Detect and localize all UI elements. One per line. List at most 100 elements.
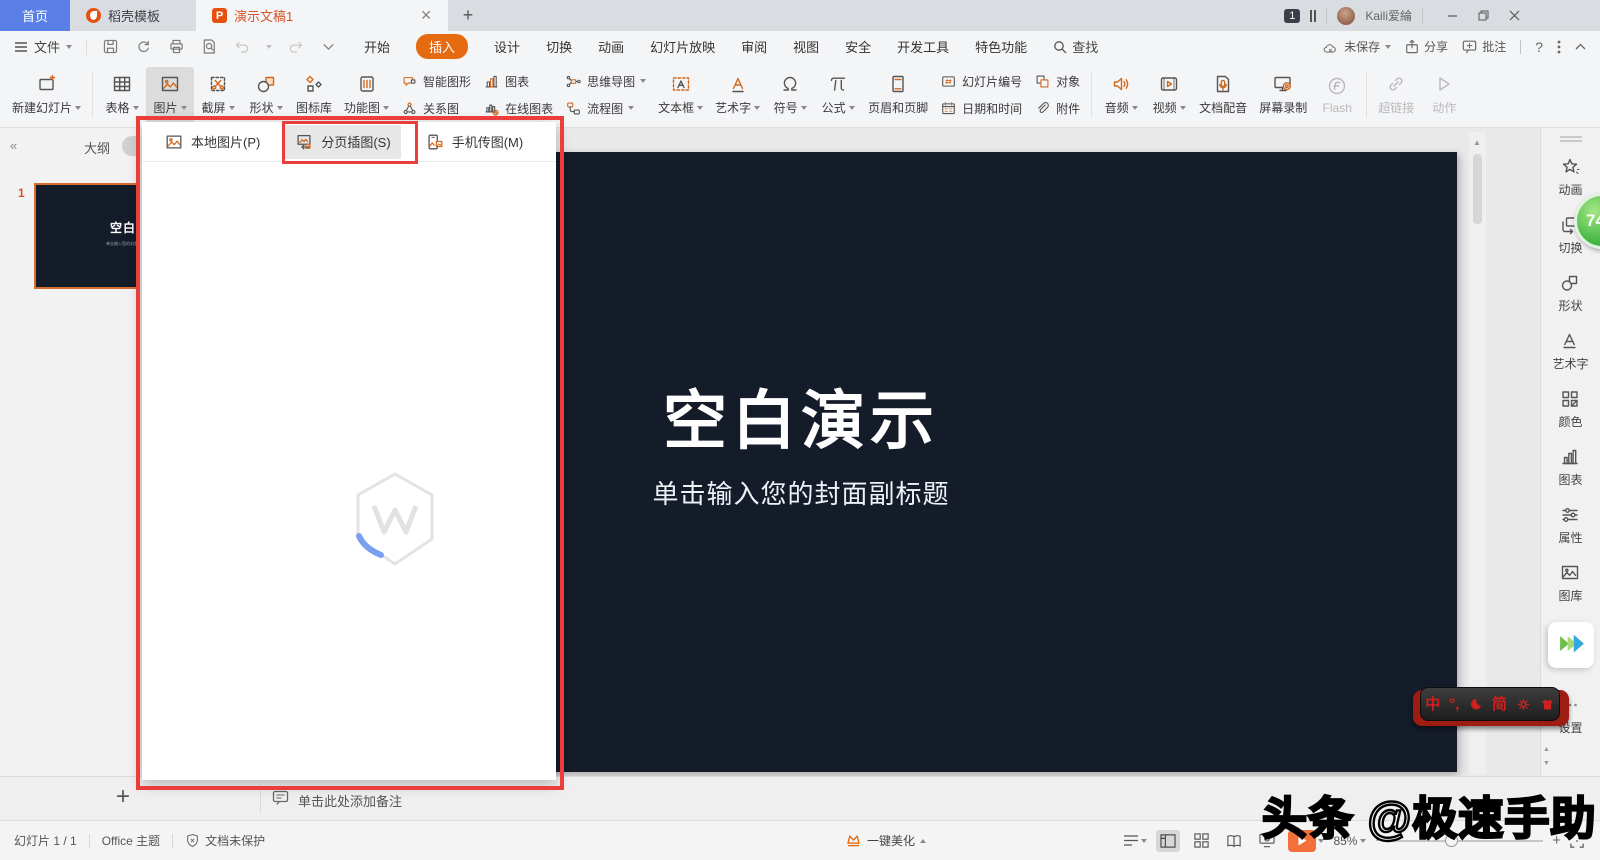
ribbon-button-hyperlink[interactable]: 超链接 <box>1372 67 1420 123</box>
sidebar-item-shape2[interactable]: 形状 <box>1558 272 1583 314</box>
slide-sorter-button[interactable] <box>1189 830 1213 852</box>
close-button[interactable] <box>1509 10 1520 21</box>
ime-key-简[interactable]: 简 <box>1492 697 1507 712</box>
sidebar-item-chart2[interactable]: 图表 <box>1558 446 1583 488</box>
ribbon-button-flash[interactable]: Flash <box>1313 67 1361 123</box>
ribbon-button-relation[interactable]: 关系图 <box>401 97 471 119</box>
user-name[interactable]: Kaili爱綸 <box>1365 7 1412 24</box>
search-button[interactable]: 查找 <box>1053 37 1098 56</box>
ribbon-button-table[interactable]: 表格 <box>98 67 146 123</box>
menu-item-phonepic[interactable]: 手机传图(M) <box>415 125 534 159</box>
ribbon-button-screenshot[interactable]: 截屏 <box>194 67 242 123</box>
notes-placeholder[interactable]: 单击此处添加备注 <box>298 791 402 810</box>
ribbon-button-headerfooter[interactable]: 页眉和页脚 <box>862 67 934 123</box>
ribbon-button-formula[interactable]: 公式 <box>814 67 862 123</box>
menu-tab-9[interactable]: 安全 <box>845 37 871 56</box>
ribbon-button-flowchart[interactable]: 流程图 <box>565 97 646 119</box>
collapse-ribbon-button[interactable] <box>1575 43 1586 50</box>
tab-docer[interactable]: 稻壳模板 <box>70 0 196 31</box>
ribbon-button-textbox[interactable]: 文本框 <box>652 67 709 123</box>
ribbon-button-shape[interactable]: 形状 <box>242 67 290 123</box>
file-menu-button[interactable]: 文件 <box>0 37 82 56</box>
ribbon-button-symbol[interactable]: 符号 <box>766 67 814 123</box>
ime-key-中[interactable]: 中 <box>1425 697 1440 712</box>
panel-view-toggle[interactable] <box>122 136 137 156</box>
ime-shirt-icon[interactable] <box>1540 697 1555 712</box>
print-preview-button[interactable] <box>200 37 219 56</box>
reading-view-button[interactable] <box>1222 830 1246 852</box>
undo-button[interactable] <box>233 37 252 56</box>
menu-tab-2[interactable]: 插入 <box>416 34 469 59</box>
ime-gear-icon[interactable] <box>1516 697 1531 712</box>
menu-item-pagedpic[interactable]: 分页插图(S) <box>284 124 401 159</box>
user-avatar[interactable] <box>1337 6 1356 25</box>
ribbon-button-object[interactable]: 对象 <box>1034 70 1080 92</box>
scroll-up-icon[interactable]: ▲ <box>1473 138 1481 147</box>
redo-button[interactable] <box>286 37 305 56</box>
menu-item-localpic[interactable]: 本地图片(P) <box>154 125 270 159</box>
menu-tab-1[interactable]: 开始 <box>364 37 390 56</box>
update-count-badge[interactable]: 1 <box>1284 8 1301 23</box>
theme-name[interactable]: Office 主题 <box>102 832 160 849</box>
normal-view-button[interactable] <box>1156 829 1181 852</box>
ime-moon-icon[interactable] <box>1468 697 1483 712</box>
beautify-button[interactable]: 一键美化 <box>845 821 927 860</box>
tab-outline[interactable]: 大纲 <box>84 138 110 157</box>
ribbon-button-chart[interactable]: 图表 <box>483 70 553 92</box>
ribbon-button-smartart[interactable]: 智能图形 <box>401 70 471 92</box>
share-button[interactable]: 分享 <box>1405 38 1448 55</box>
menu-tab-11[interactable]: 特色功能 <box>975 37 1027 56</box>
ribbon-button-audio[interactable]: 音频 <box>1097 67 1145 123</box>
sidebar-scroll-down-icon[interactable]: ▼ <box>1543 760 1550 767</box>
sidebar-scroll-up-icon[interactable]: ▲ <box>1543 746 1550 753</box>
export-button[interactable] <box>134 37 153 56</box>
ribbon-button-datetime[interactable]: 日期和时间 <box>940 97 1022 119</box>
ribbon-button-picture[interactable]: 图片 <box>146 66 195 123</box>
ribbon-button-wordart[interactable]: 艺术字 <box>709 67 766 123</box>
menu-tab-6[interactable]: 幻灯片放映 <box>650 37 715 56</box>
slide-thumbnail[interactable]: 空白演示 单击输入您的封面副标题 <box>34 183 137 289</box>
help-button[interactable]: ? <box>1535 39 1543 55</box>
ribbon-button-action[interactable]: 动作 <box>1420 67 1468 123</box>
tab-document[interactable]: P 演示文稿1 ✕ <box>196 0 448 31</box>
collapse-panel-button[interactable]: « <box>10 138 17 153</box>
ime-key-°,[interactable]: °, <box>1449 697 1459 712</box>
sidebar-item-props[interactable]: 属性 <box>1558 504 1583 546</box>
menu-tab-10[interactable]: 开发工具 <box>897 37 949 56</box>
menu-tab-8[interactable]: 视图 <box>793 37 819 56</box>
sidebar-item-colors[interactable]: 颜色 <box>1558 388 1583 430</box>
protection-status[interactable]: 文档未保护 <box>185 832 265 849</box>
save-button[interactable] <box>101 37 120 56</box>
minimize-button[interactable] <box>1447 10 1458 21</box>
new-tab-button[interactable]: + <box>448 0 488 31</box>
menu-tab-3[interactable]: 设计 <box>494 37 520 56</box>
ribbon-button-slidenum[interactable]: 幻灯片编号 <box>940 70 1022 92</box>
notes-toggle-button[interactable] <box>1123 834 1148 847</box>
ribbon-button-video[interactable]: 视频 <box>1145 67 1193 123</box>
plugin-app-button[interactable] <box>1547 622 1594 668</box>
ribbon-button-iconlib[interactable]: 图标库 <box>290 67 338 123</box>
tab-home[interactable]: 首页 <box>0 0 70 31</box>
comment-button[interactable]: 批注 <box>1462 38 1506 55</box>
menu-tab-5[interactable]: 动画 <box>598 37 624 56</box>
close-tab-icon[interactable]: ✕ <box>420 7 432 24</box>
sidebar-item-anim[interactable]: 动画 <box>1558 156 1583 198</box>
sidebar-item-gallery[interactable]: 图库 <box>1558 562 1583 604</box>
restore-button[interactable] <box>1478 10 1489 21</box>
menu-tab-4[interactable]: 切换 <box>546 37 572 56</box>
menu-tab-7[interactable]: 审阅 <box>741 37 767 56</box>
vertical-scrollbar[interactable]: ▲ <box>1469 132 1486 774</box>
more-button[interactable] <box>319 37 338 56</box>
add-slide-button[interactable]: + <box>116 783 130 811</box>
sidebar-item-wordart2[interactable]: 艺术字 <box>1552 330 1589 372</box>
more-options-button[interactable] <box>1557 40 1561 54</box>
ribbon-button-mindmap[interactable]: 思维导图 <box>565 70 647 92</box>
ribbon-button-docvoice[interactable]: 文档配音 <box>1193 67 1253 123</box>
ribbon-button-funcpic[interactable]: 功能图 <box>338 67 395 123</box>
ribbon-button-attach[interactable]: 附件 <box>1034 97 1080 119</box>
scrollbar-thumb[interactable] <box>1473 154 1482 224</box>
ribbon-button-newslide[interactable]: 新建幻灯片 <box>6 67 87 123</box>
save-status-button[interactable]: 未保存 <box>1322 38 1392 55</box>
print-button[interactable] <box>167 37 186 56</box>
ime-toolbar[interactable]: 中 °, 简 <box>1420 687 1560 721</box>
